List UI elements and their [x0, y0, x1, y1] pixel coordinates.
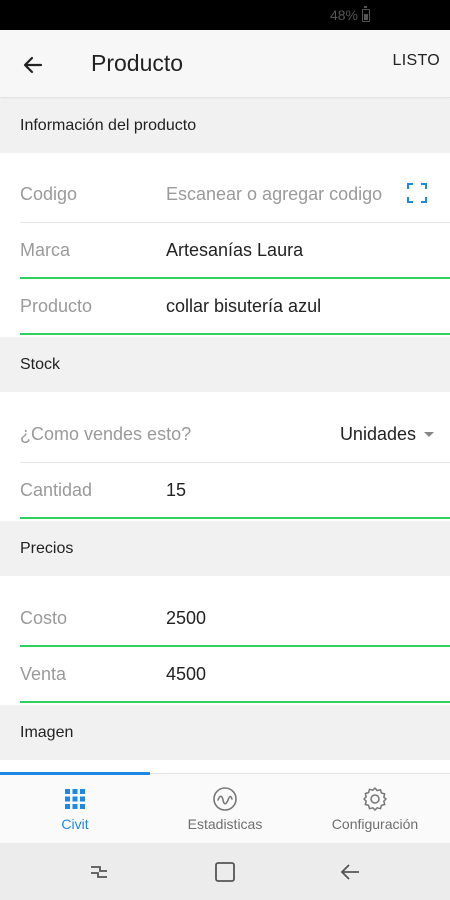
- gear-icon: [362, 786, 388, 812]
- section-header-image: Imagen: [0, 705, 450, 760]
- grid-icon: [62, 786, 88, 812]
- input-underline: [20, 333, 450, 335]
- nav-label: Configuración: [331, 816, 419, 832]
- brand-field[interactable]: Marca Artesanías Laura: [20, 223, 450, 279]
- sell-by-field[interactable]: ¿Como vendes esto? Unidades: [20, 407, 450, 463]
- quantity-input[interactable]: 15: [166, 480, 186, 501]
- nav-item-configuracion[interactable]: Configuración: [300, 774, 450, 844]
- input-underline: [20, 701, 450, 703]
- battery-indicator: 48%: [329, 5, 370, 23]
- product-name-input[interactable]: collar bisutería azul: [166, 296, 321, 317]
- arrow-left-icon: [340, 864, 359, 880]
- page-title: Producto: [91, 50, 184, 76]
- nav-label: Estadisticas: [187, 816, 263, 832]
- battery-icon: [362, 5, 370, 22]
- product-name-field[interactable]: Producto collar bisutería azul: [20, 279, 450, 335]
- cost-input[interactable]: 2500: [166, 608, 206, 629]
- code-label: Codigo: [20, 184, 78, 204]
- done-button[interactable]: LISTO: [393, 52, 440, 70]
- bottom-nav: Civit Estadisticas Configuración: [0, 772, 450, 844]
- chart-wave-icon: [212, 786, 238, 812]
- code-input[interactable]: Escanear o agregar codigo: [166, 184, 396, 205]
- cost-label: Costo: [20, 608, 68, 628]
- chevron-down-icon: [424, 432, 434, 437]
- battery-percent: 48%: [329, 7, 358, 23]
- sale-field[interactable]: Venta 4500: [20, 647, 450, 703]
- app-bar: Producto LISTO: [0, 30, 450, 98]
- system-nav-bar: [0, 843, 450, 900]
- sale-input[interactable]: 4500: [166, 664, 206, 685]
- unit-dropdown-value: Unidades: [339, 424, 416, 444]
- quantity-label: Cantidad: [20, 480, 93, 500]
- scan-icon[interactable]: [405, 181, 429, 205]
- unit-dropdown[interactable]: Unidades: [340, 424, 434, 445]
- nav-label: Civit: [61, 816, 89, 832]
- section-header-product-info: Información del producto: [0, 99, 450, 153]
- home-button[interactable]: [213, 860, 237, 884]
- brand-input[interactable]: Artesanías Laura: [166, 240, 303, 261]
- sale-label: Venta: [20, 664, 67, 684]
- cost-field[interactable]: Costo 2500: [20, 591, 450, 647]
- recent-apps-button[interactable]: [87, 860, 111, 884]
- input-underline: [20, 517, 450, 519]
- brand-label: Marca: [20, 240, 71, 260]
- nav-item-civit[interactable]: Civit: [0, 774, 150, 844]
- section-header-stock: Stock: [0, 337, 450, 392]
- quantity-field[interactable]: Cantidad 15: [20, 463, 450, 519]
- recent-apps-icon: [91, 866, 107, 878]
- code-field[interactable]: Codigo Escanear o agregar codigo: [20, 167, 450, 223]
- product-name-label: Producto: [20, 296, 93, 316]
- nav-item-estadisticas[interactable]: Estadisticas: [150, 774, 300, 844]
- arrow-left-icon: [23, 56, 43, 74]
- status-bar: 48%: [0, 0, 450, 30]
- back-button[interactable]: [18, 50, 48, 80]
- sell-by-label: ¿Como vendes esto?: [20, 424, 192, 444]
- system-back-button[interactable]: [338, 860, 362, 884]
- section-header-prices: Precios: [0, 521, 450, 576]
- home-icon: [215, 862, 235, 882]
